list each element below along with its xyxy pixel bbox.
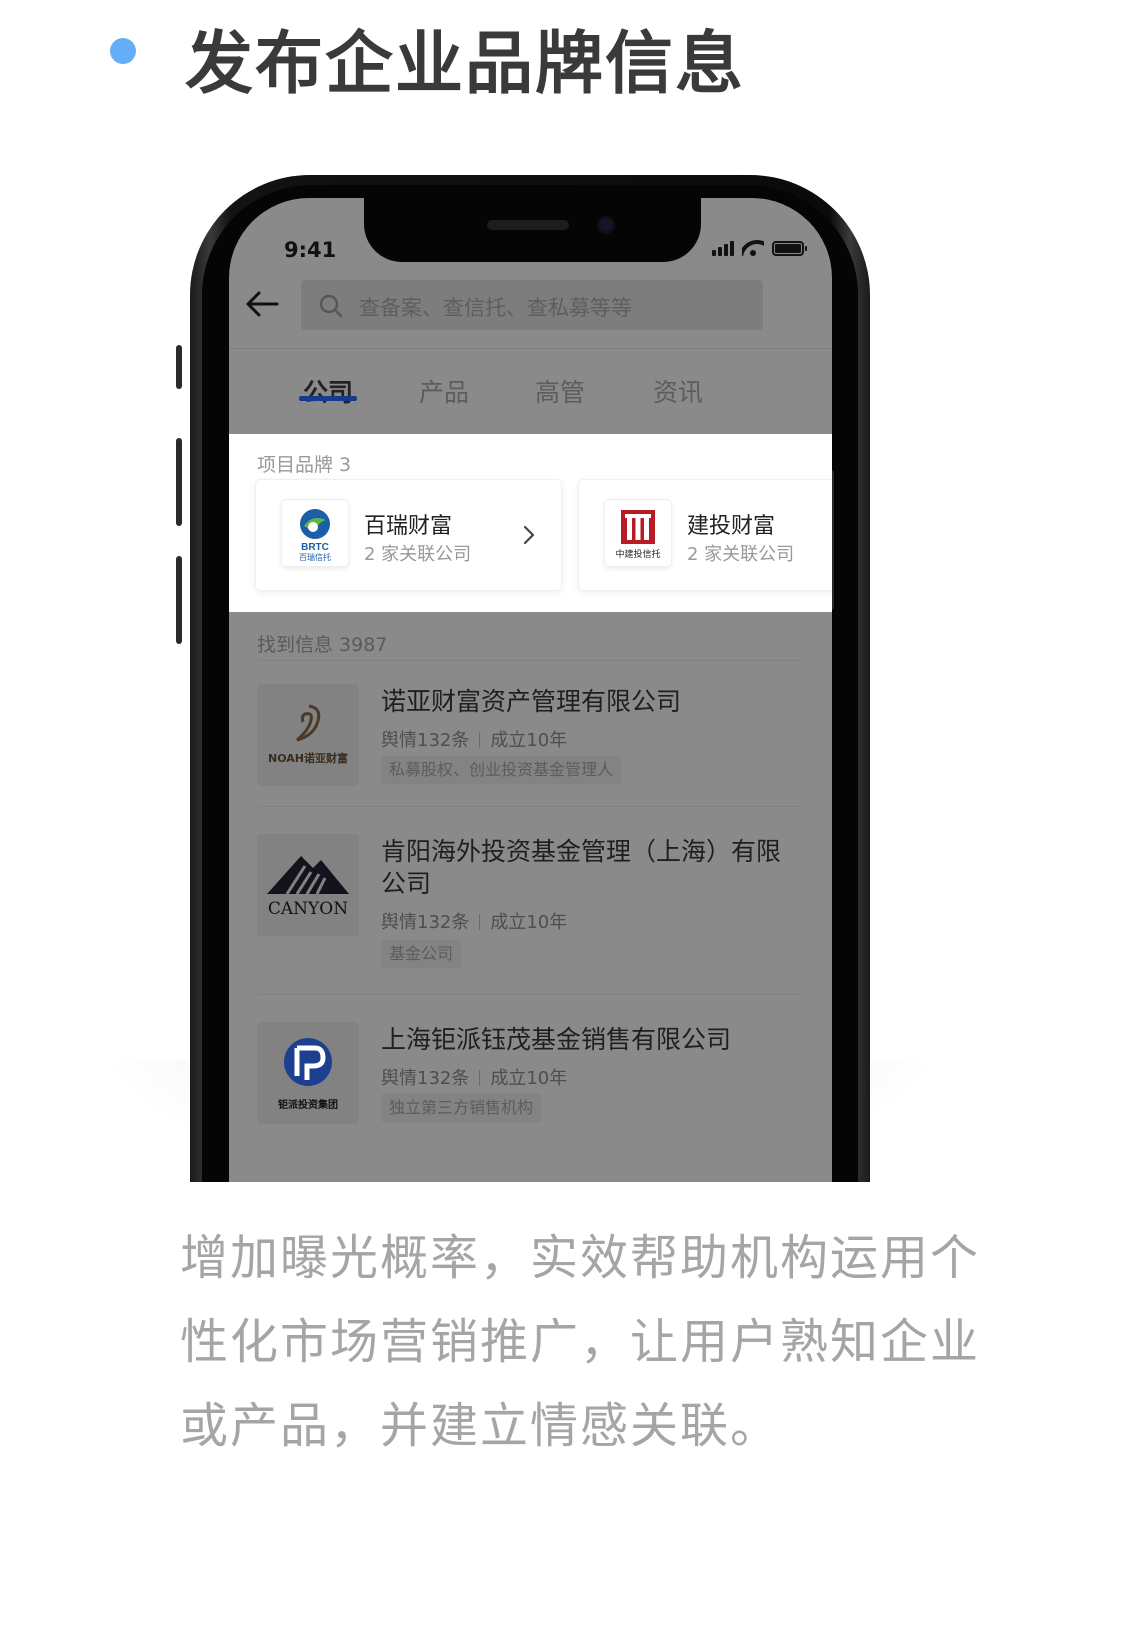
- noah-logo-text: NOAH诺亚财富: [268, 751, 348, 765]
- brand-card[interactable]: 中建投信托 建投财富 2 家关联公司: [579, 480, 832, 590]
- established-years: 成立10年: [490, 912, 568, 933]
- caption-text: 增加曝光概率，实效帮助机构运用个性化市场营销推广，让用户熟知企业或产品，并建立情…: [180, 1230, 981, 1454]
- company-name: 上海钜派钰茂基金销售有限公司: [381, 1025, 732, 1054]
- canyon-logo: CANYON: [257, 834, 359, 936]
- sentiment-count: 舆情132条: [381, 730, 470, 751]
- company-meta: 舆情132条 成立10年: [381, 908, 567, 934]
- front-camera: [597, 216, 615, 234]
- brtc-logo-text: BRTC: [301, 542, 329, 553]
- company-meta: 舆情132条 成立10年: [381, 726, 567, 752]
- jiantou-logo: 中建投信托: [605, 500, 671, 566]
- sentiment-count: 舆情132条: [381, 912, 470, 933]
- divider: [257, 806, 803, 807]
- back-arrow-icon[interactable]: [245, 290, 279, 318]
- company-tag: 私募股权、创业投资基金管理人: [381, 756, 622, 784]
- tab-company[interactable]: 公司: [303, 373, 353, 409]
- brand-name: 建投财富: [687, 514, 776, 539]
- search-placeholder: 查备案、查信托、查私募等等: [359, 296, 632, 320]
- established-years: 成立10年: [490, 1068, 568, 1089]
- phone-screen: 9:41 查备案、查信托、查私募等等 公司 产品 高管 资讯 项目品牌 3 BR…: [229, 198, 832, 1183]
- phone-silent-switch: [176, 345, 182, 389]
- brand-section-header: 项目品牌 3: [257, 454, 352, 476]
- brand-card[interactable]: BRTC 百瑞信托 百瑞财富 2 家关联公司: [256, 480, 561, 590]
- brand-name: 百瑞财富: [364, 514, 453, 539]
- divider: [257, 660, 803, 661]
- jupai-logo: 钜派投资集团: [257, 1022, 359, 1124]
- company-meta: 舆情132条 成立10年: [381, 1064, 567, 1090]
- brtc-logo: BRTC 百瑞信托: [282, 500, 348, 566]
- established-years: 成立10年: [490, 730, 568, 751]
- jiantou-logo-text: 中建投信托: [615, 548, 660, 560]
- search-icon: [319, 294, 343, 318]
- company-list-item[interactable]: NOAH诺亚财富 诺亚财富资产管理有限公司 舆情132条 成立10年 私募股权、创…: [257, 684, 805, 786]
- status-time: 9:41: [284, 238, 337, 262]
- brand-related-count: 2 家关联公司: [687, 544, 795, 565]
- page-lower-area: 增加曝光概率，实效帮助机构运用个性化市场营销推广，让用户熟知企业或产品，并建立情…: [0, 1182, 1138, 1648]
- heading-bullet-dot: [110, 38, 136, 64]
- phone-volume-down-button: [176, 556, 182, 644]
- brand-related-count: 2 家关联公司: [364, 544, 472, 565]
- phone-notch: [364, 198, 701, 262]
- tab-news[interactable]: 资讯: [653, 373, 703, 409]
- battery-icon: [772, 241, 807, 256]
- brtc-logo-subtext: 百瑞信托: [299, 552, 331, 562]
- status-icons: [712, 240, 807, 256]
- company-list-item[interactable]: CANYON 肯阳海外投资基金管理（上海）有限公司 舆情132条 成立10年 基金…: [257, 834, 805, 968]
- tab-executive[interactable]: 高管: [535, 373, 585, 409]
- phone-volume-up-button: [176, 438, 182, 526]
- search-input[interactable]: 查备案、查信托、查私募等等: [301, 280, 763, 330]
- company-tag: 基金公司: [381, 940, 462, 968]
- chevron-right-icon[interactable]: [522, 524, 536, 546]
- company-tag: 独立第三方销售机构: [381, 1094, 542, 1122]
- canyon-logo-text: CANYON: [268, 899, 348, 919]
- speaker-grille: [487, 220, 569, 230]
- sentiment-count: 舆情132条: [381, 1068, 470, 1089]
- page-heading: 发布企业品牌信息: [185, 25, 746, 104]
- company-name: 诺亚财富资产管理有限公司: [381, 687, 682, 716]
- company-list-item[interactable]: 钜派投资集团 上海钜派钰茂基金销售有限公司 舆情132条 成立10年 独立第三方销…: [257, 1022, 805, 1142]
- noah-logo: NOAH诺亚财富: [257, 684, 359, 786]
- company-name: 肯阳海外投资基金管理（上海）有限公司: [381, 837, 782, 898]
- active-tab-indicator: [299, 396, 357, 401]
- wifi-icon: [742, 240, 764, 256]
- category-tabs: 公司 产品 高管 资讯: [229, 348, 832, 432]
- divider: [257, 994, 803, 995]
- tab-product[interactable]: 产品: [419, 373, 469, 409]
- cellular-signal-icon: [712, 241, 734, 256]
- brand-section: 项目品牌 3 BRTC 百瑞信托 百瑞财富 2 家关联公司 中建投信托 建投财富…: [229, 434, 832, 612]
- results-count: 找到信息 3987: [257, 634, 388, 656]
- jupai-logo-text: 钜派投资集团: [278, 1098, 338, 1111]
